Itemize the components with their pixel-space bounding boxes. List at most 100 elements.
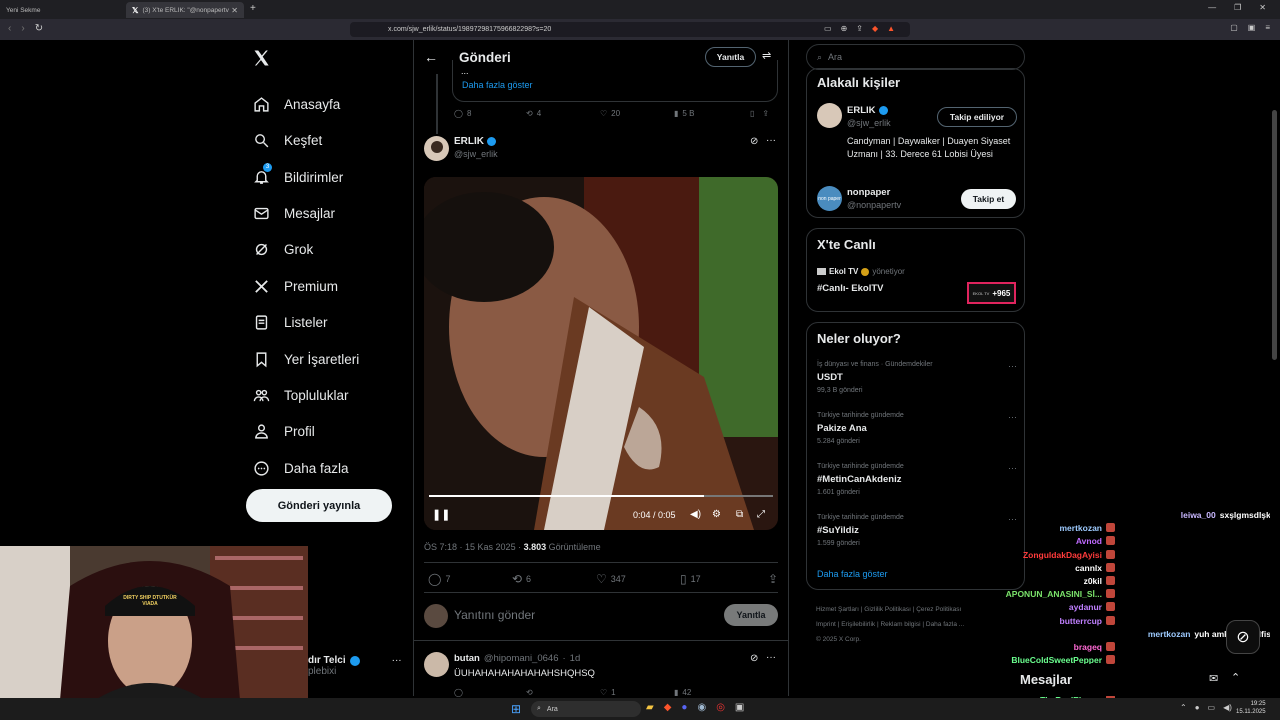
back-arrow-icon[interactable]: ← bbox=[424, 49, 438, 65]
sidebar-item-1[interactable]: Keşfet bbox=[252, 131, 322, 149]
mic-icon[interactable]: ● bbox=[1195, 703, 1200, 712]
chevron-up-icon[interactable]: ⌃ bbox=[1180, 703, 1187, 712]
person-1[interactable]: ERLIK @sjw_erlik bbox=[847, 105, 891, 128]
trend-item[interactable]: İş dünyası ve finans · Gündemdekiler USDT… bbox=[817, 361, 1017, 394]
brave-shield-icon[interactable]: ◆ bbox=[872, 24, 878, 33]
more-icon[interactable]: ··· bbox=[1008, 361, 1017, 371]
author-name[interactable]: ERLIK bbox=[454, 136, 484, 147]
footer-link[interactable]: Hizmet Şartları bbox=[816, 606, 859, 613]
trend-item[interactable]: Türkiye tarihinde gündemde Pakize Ana 5.28… bbox=[817, 412, 1017, 445]
bookmark-action[interactable]: ▯ bbox=[750, 109, 754, 118]
expand-icon[interactable]: ⌃ bbox=[1231, 671, 1240, 684]
avatar[interactable] bbox=[424, 136, 449, 161]
network-icon[interactable]: ▭ bbox=[1208, 703, 1216, 712]
new-message-icon[interactable]: ✉ bbox=[1209, 672, 1218, 685]
live-host[interactable]: Ekol TV yönetiyor bbox=[817, 267, 905, 276]
share-action[interactable]: ⇪ bbox=[768, 572, 778, 586]
gear-icon[interactable]: ⚙ bbox=[712, 509, 721, 520]
show-more-link[interactable]: Daha fazla göster bbox=[462, 80, 533, 90]
repost-action[interactable]: ⟲ 6 bbox=[512, 572, 596, 586]
sidebar-item-9[interactable]: Profil bbox=[252, 422, 315, 440]
sidebar-item-4[interactable]: Grok bbox=[252, 240, 313, 258]
app-icon[interactable]: ▣ bbox=[735, 702, 744, 713]
close-icon[interactable]: ✕ bbox=[231, 6, 238, 15]
more-icon[interactable]: ··· bbox=[392, 655, 402, 666]
fullscreen-icon[interactable]: ⤢ bbox=[757, 509, 765, 520]
reply-action[interactable]: ◯ bbox=[454, 688, 526, 697]
quoted-post[interactable]: ... Daha fazla göster bbox=[452, 60, 778, 102]
x-logo-icon[interactable] bbox=[252, 48, 272, 68]
volume-icon[interactable]: ◀) bbox=[690, 509, 701, 520]
footer-link[interactable]: Daha fazla ... bbox=[926, 621, 964, 628]
footer-link[interactable]: Çerez Politikası bbox=[916, 606, 961, 613]
volume-icon[interactable]: ◀) bbox=[1223, 703, 1232, 712]
more-icon[interactable]: ··· bbox=[766, 652, 776, 663]
like-action[interactable]: ♡ 347 bbox=[596, 572, 680, 586]
zoom-icon[interactable]: ⊕ bbox=[841, 24, 848, 33]
post-button[interactable]: Gönderi yayınla bbox=[246, 489, 392, 522]
avatar[interactable]: non paper bbox=[817, 186, 842, 211]
author-handle[interactable]: @sjw_erlik bbox=[454, 149, 498, 159]
new-tab-button[interactable]: + bbox=[250, 3, 256, 14]
windows-start-icon[interactable]: ⊞ bbox=[511, 702, 521, 716]
brave-browser-icon[interactable]: ◆ bbox=[664, 702, 672, 713]
more-icon[interactable]: ··· bbox=[1008, 514, 1017, 524]
grok-icon[interactable]: ⊘ bbox=[750, 653, 758, 664]
footer-link[interactable]: Gizlilik Politikası bbox=[864, 606, 911, 613]
rewards-icon[interactable]: ▲ bbox=[887, 24, 895, 33]
close-window-icon[interactable]: ✕ bbox=[1259, 3, 1266, 12]
post-time[interactable]: ÖS 7:18 bbox=[424, 542, 457, 552]
taskbar-search[interactable]: ⌕ Ara bbox=[531, 701, 641, 717]
live-topic[interactable]: #Canlı- EkolTV bbox=[817, 283, 884, 294]
discord-icon[interactable]: ● bbox=[681, 702, 687, 713]
footer-link[interactable]: Imprint bbox=[816, 621, 836, 628]
reply-action[interactable]: ◯ 8 bbox=[454, 109, 526, 118]
sidebar-item-2[interactable]: 3 Bildirimler bbox=[252, 163, 343, 186]
reply-author-name[interactable]: butan bbox=[454, 653, 480, 664]
sidebar-item-6[interactable]: Listeler bbox=[252, 313, 328, 331]
live-thumbnail[interactable]: EKOL TV +965 bbox=[967, 282, 1016, 304]
footer-link[interactable]: Erişilebilirlik bbox=[841, 621, 875, 628]
views-action[interactable]: ▮ 42 bbox=[674, 688, 750, 697]
screen-icon[interactable]: ▭ bbox=[824, 24, 832, 33]
page-scrollbar[interactable] bbox=[1270, 40, 1280, 698]
avatar[interactable] bbox=[817, 103, 842, 128]
sidebar-item-0[interactable]: Anasayfa bbox=[252, 95, 340, 113]
sidebar-item-5[interactable]: Premium bbox=[252, 277, 338, 295]
following-button[interactable]: Takip ediliyor bbox=[937, 107, 1017, 127]
reply-submit-button[interactable]: Yanıtla bbox=[724, 604, 778, 626]
reload-icon[interactable]: ↻ bbox=[35, 23, 43, 34]
video-player[interactable]: ❚❚ 0:04 / 0:05 ◀) ⚙ ⧉ ⤢ bbox=[424, 177, 778, 530]
extensions-icon[interactable]: ▢ bbox=[1230, 23, 1238, 32]
sidebar-item-3[interactable]: Mesajlar bbox=[252, 204, 335, 222]
show-more-link[interactable]: Daha fazla göster bbox=[817, 569, 888, 579]
pip-icon[interactable]: ⧉ bbox=[736, 509, 743, 520]
pause-icon[interactable]: ❚❚ bbox=[432, 508, 450, 521]
person-2[interactable]: nonpaper @nonpapertv bbox=[847, 187, 901, 210]
share-icon[interactable]: ⇪ bbox=[856, 24, 863, 33]
trend-item[interactable]: Türkiye tarihinde gündemde #SuYildiz 1.599… bbox=[817, 514, 1017, 547]
repost-action[interactable]: ⟲ 4 bbox=[526, 109, 600, 118]
sidebar-item-10[interactable]: Daha fazla bbox=[252, 459, 349, 477]
wallet-icon[interactable]: ▣ bbox=[1248, 23, 1256, 32]
reply-input[interactable]: Yanıtını gönder bbox=[454, 608, 535, 622]
scrollbar-thumb[interactable] bbox=[1272, 110, 1277, 360]
more-icon[interactable]: ··· bbox=[1008, 412, 1017, 422]
like-action[interactable]: ♡ 20 bbox=[600, 109, 674, 118]
sidebar-item-7[interactable]: Yer İşaretleri bbox=[252, 350, 359, 368]
avatar[interactable] bbox=[424, 652, 449, 677]
more-icon[interactable]: ··· bbox=[766, 135, 776, 146]
clock[interactable]: 19:25 15.11.2025 bbox=[1236, 700, 1266, 716]
video-progress-track[interactable] bbox=[429, 495, 773, 497]
reply-author-handle[interactable]: @hipomani_0646 bbox=[484, 653, 559, 664]
forward-icon[interactable]: › bbox=[21, 23, 24, 34]
grok-icon[interactable]: ⊘ bbox=[1226, 620, 1260, 654]
file-explorer-icon[interactable]: ▰ bbox=[646, 702, 654, 713]
trend-item[interactable]: Türkiye tarihinde gündemde #MetinCanAkden… bbox=[817, 463, 1017, 496]
back-icon[interactable]: ‹ bbox=[8, 23, 11, 34]
account-switcher[interactable]: dır Telci ··· plebixi bbox=[308, 655, 402, 677]
views-action[interactable]: ▮ 5 B bbox=[674, 109, 750, 118]
messages-drawer[interactable]: Mesajlar ✉ ⌃ bbox=[1009, 664, 1260, 696]
footer-link[interactable]: Reklam bilgisi bbox=[880, 621, 920, 628]
post-date[interactable]: 15 Kas 2025 bbox=[465, 542, 516, 552]
